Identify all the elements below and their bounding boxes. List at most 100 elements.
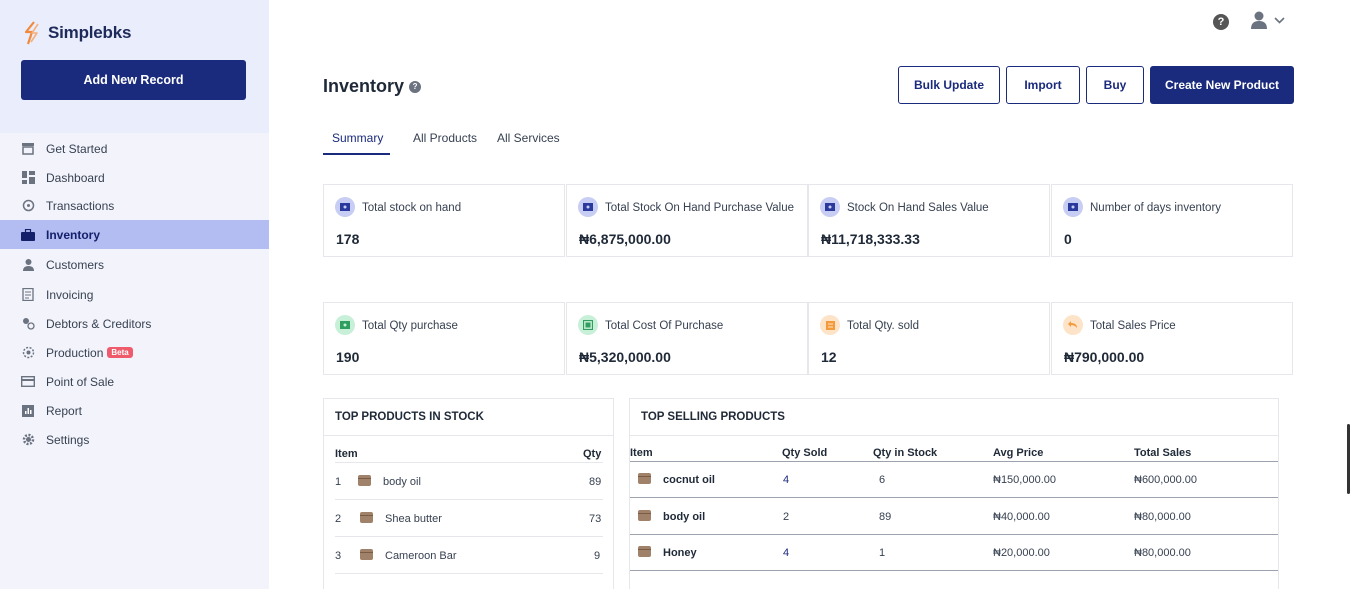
row-item: body oil	[383, 476, 421, 488]
sidebar-item-inventory[interactable]: Inventory	[0, 220, 269, 249]
column-header: Item	[335, 448, 358, 460]
bulk-update-button[interactable]: Bulk Update	[898, 66, 1000, 104]
money-icon	[1063, 197, 1083, 217]
page-title-text: Inventory	[323, 76, 405, 96]
stat-card: Number of days inventory 0	[1051, 184, 1293, 257]
column-header: Avg Price	[993, 447, 1044, 459]
logo[interactable]: Simplebks	[22, 21, 131, 45]
tab-summary[interactable]: Summary	[332, 131, 383, 155]
page-title: Inventory ?	[323, 76, 422, 97]
logo-icon	[24, 21, 39, 45]
sidebar-item-label: Get Started	[46, 141, 108, 156]
money-icon	[820, 197, 840, 217]
stat-card: Total Qty purchase 190	[323, 302, 565, 375]
dashboard-icon	[21, 171, 35, 185]
divider	[335, 462, 603, 463]
divider	[630, 534, 1278, 535]
money-icon	[578, 197, 598, 217]
user-menu[interactable]	[1251, 11, 1285, 29]
stat-label: Total Sales Price	[1090, 320, 1176, 332]
sidebar-item-label: Production	[46, 345, 104, 360]
active-tab-indicator	[323, 153, 390, 155]
stat-value: 0	[1064, 231, 1072, 247]
stat-card: Total stock on hand 178	[323, 184, 565, 257]
row-rank: 1	[335, 476, 342, 488]
panel-title: TOP PRODUCTS IN STOCK	[324, 399, 613, 436]
debtors-icon	[21, 317, 35, 331]
production-icon	[21, 346, 35, 360]
sidebar-item-label: Point of Sale	[46, 374, 115, 389]
card-icon	[21, 375, 35, 389]
user-avatar-icon	[1251, 11, 1267, 29]
stat-label: Total stock on hand	[362, 202, 462, 214]
sidebar-item-dashboard[interactable]: Dashboard	[0, 163, 269, 192]
row-total-sales: ₦80,000.00	[1134, 511, 1191, 523]
sidebar-item-report[interactable]: Report	[0, 396, 269, 425]
sidebar-item-invoicing[interactable]: Invoicing	[0, 280, 269, 309]
stat-card: Total Cost Of Purchase ₦5,320,000.00	[566, 302, 808, 375]
sidebar-item-label: Invoicing	[46, 287, 94, 302]
sidebar-item-get-started[interactable]: Get Started	[0, 134, 269, 163]
report-icon	[21, 404, 35, 418]
sidebar-item-label: Debtors & Creditors	[46, 316, 152, 331]
stat-value: 190	[336, 349, 360, 365]
stat-value: ₦790,000.00	[1064, 349, 1145, 365]
row-item: Cameroon Bar	[385, 550, 457, 562]
purchase-icon	[578, 315, 598, 335]
create-new-product-button[interactable]: Create New Product	[1150, 66, 1294, 104]
stat-value: 178	[336, 231, 360, 247]
divider	[335, 536, 603, 537]
help-icon[interactable]: ?	[1213, 14, 1229, 30]
divider	[630, 570, 1278, 571]
sidebar-item-point-of-sale[interactable]: Point of Sale	[0, 367, 269, 396]
sidebar-item-label: Inventory	[46, 227, 101, 242]
briefcase-icon	[21, 228, 35, 242]
stat-label: Stock On Hand Sales Value	[847, 202, 989, 214]
column-header: Qty Sold	[782, 447, 828, 459]
column-header: Item	[630, 447, 653, 459]
row-avg-price: ₦150,000.00	[993, 474, 1056, 486]
row-qty-stock: 1	[879, 547, 886, 559]
row-qty-sold: 4	[783, 547, 790, 559]
beta-badge: Beta	[107, 347, 133, 358]
tab-all-services[interactable]: All Services	[497, 131, 560, 155]
divider	[335, 499, 603, 500]
transactions-icon	[21, 199, 35, 213]
return-icon	[1063, 315, 1083, 335]
add-new-record-button[interactable]: Add New Record	[21, 60, 246, 100]
row-total-sales: ₦80,000.00	[1134, 547, 1191, 559]
sidebar-item-production[interactable]: Production Beta	[0, 338, 269, 367]
box-icon	[638, 510, 651, 524]
row-item: body oil	[663, 511, 706, 523]
sidebar-item-label: Customers	[46, 257, 105, 272]
receipt-icon	[820, 315, 840, 335]
sidebar-item-settings[interactable]: Settings	[0, 425, 269, 454]
sidebar-item-label: Report	[46, 403, 83, 418]
row-avg-price: ₦20,000.00	[993, 547, 1050, 559]
buy-button[interactable]: Buy	[1086, 66, 1144, 104]
panel-title: TOP SELLING PRODUCTS	[630, 399, 1278, 436]
row-avg-price: ₦40,000.00	[993, 511, 1050, 523]
tab-all-products[interactable]: All Products	[413, 131, 477, 155]
stat-label: Total Cost Of Purchase	[605, 320, 724, 332]
stat-card: Total Stock On Hand Purchase Value ₦6,87…	[566, 184, 808, 257]
box-icon	[360, 512, 373, 526]
sidebar-item-customers[interactable]: Customers	[0, 250, 269, 279]
row-qty: 73	[589, 513, 602, 525]
user-icon	[21, 258, 35, 272]
stat-value: ₦5,320,000.00	[579, 349, 671, 365]
row-total-sales: ₦600,000.00	[1134, 474, 1197, 486]
sidebar-item-debtors[interactable]: Debtors & Creditors	[0, 309, 269, 338]
invoice-icon	[21, 288, 35, 302]
sidebar-item-label: Settings	[46, 432, 90, 447]
box-icon	[360, 549, 373, 563]
column-header: Qty	[583, 448, 602, 460]
info-icon[interactable]: ?	[409, 80, 422, 93]
app-name: Simplebks	[48, 23, 132, 42]
gear-icon	[21, 433, 35, 447]
divider	[630, 497, 1278, 498]
money-icon	[335, 315, 355, 335]
sidebar-item-transactions[interactable]: Transactions	[0, 191, 269, 220]
row-qty: 89	[589, 476, 602, 488]
import-button[interactable]: Import	[1006, 66, 1080, 104]
